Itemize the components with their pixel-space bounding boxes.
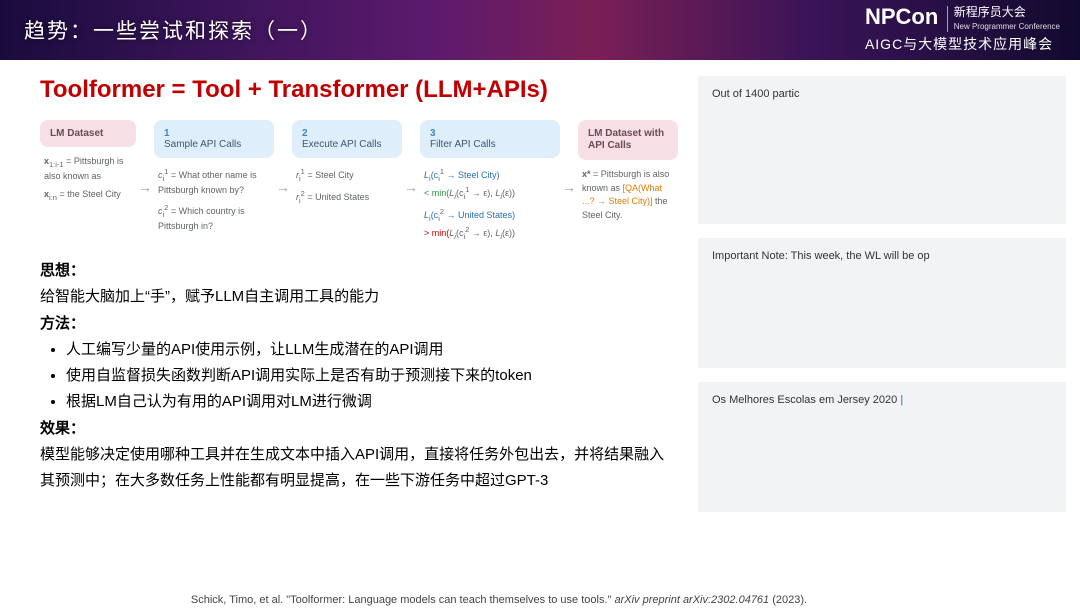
citation: Schick, Timo, et al. "Toolformer: Langua… xyxy=(0,594,998,606)
citation-post: (2023). xyxy=(769,594,807,606)
output-example: x* = Pittsburgh is also known as [QA(Wha… xyxy=(578,166,678,224)
citation-ital: arXiv preprint arXiv:2302.04761 xyxy=(614,594,769,606)
toolformer-diagram: LM Dataset x1:i-1 = Pittsburgh is also k… xyxy=(40,120,678,244)
section-heading-idea: 思想： xyxy=(40,258,678,284)
box-lm-dataset: LM Dataset xyxy=(40,120,136,147)
side-column: Out of 1400 partic Important Note: This … xyxy=(698,60,1080,608)
side-card-2: Important Note: This week, the WL will b… xyxy=(698,238,1066,368)
side-card-text: Important Note: This week, the WL will b… xyxy=(712,250,930,262)
method-list: 人工编写少量的API使用示例，让LLM生成潜在的API调用 使用自监督损失函数判… xyxy=(40,337,678,416)
section-heading-result: 效果： xyxy=(40,416,678,442)
header-title: 趋势：一些尝试和探索（一） xyxy=(24,15,323,45)
filter-row-1: Li(ci1 → Steel City) < min(Li(ci1 → ε), … xyxy=(420,164,560,204)
filter-row-2: Li(ci2 → United States) > min(Li(ci2 → ε… xyxy=(420,204,560,244)
section-heading-method: 方法： xyxy=(40,311,678,337)
main-column: Toolformer = Tool + Transformer (LLM+API… xyxy=(0,60,698,608)
arrow-icon: → xyxy=(276,169,290,195)
diagram-col-filter: 3Filter API Calls Li(ci1 → Steel City) <… xyxy=(420,120,560,244)
box-lm-dataset-api: LM Dataset with API Calls xyxy=(578,120,678,160)
content-body: 思想： 给智能大脑加上“手”，赋予LLM自主调用工具的能力 方法： 人工编写少量… xyxy=(40,258,678,494)
sample-row-2: ci2 = Which country is Pittsburgh in? xyxy=(154,200,274,236)
slide-header: 趋势：一些尝试和探索（一） NPCon 新程序员大会 New Programme… xyxy=(0,0,1080,60)
logo-con: Con xyxy=(896,6,939,28)
execute-row-2: ri2 = United States xyxy=(292,186,402,208)
diagram-col-execute: 2Execute API Calls ri1 = Steel City ri2 … xyxy=(292,120,402,208)
result-text: 模型能够决定使用哪种工具并在生成文本中插入API调用，直接将任务外包出去，并将结… xyxy=(40,442,678,495)
diagram-col-sample: 1Sample API Calls ci1 = What other name … xyxy=(154,120,274,235)
arrow-icon: → xyxy=(138,169,152,195)
idea-text: 给智能大脑加上“手”，赋予LLM自主调用工具的能力 xyxy=(40,284,678,310)
dataset-example-2: xi:n = the Steel City xyxy=(40,186,136,205)
logo-en: New Programmer Conference xyxy=(954,22,1060,31)
header-subline: AIGC与大模型技术应用峰会 xyxy=(865,34,1060,54)
arrow-icon: → xyxy=(562,169,576,195)
header-branding: NPCon 新程序员大会 New Programmer Conference A… xyxy=(865,6,1060,54)
execute-row-1: ri1 = Steel City xyxy=(292,164,402,186)
sample-row-1: ci1 = What other name is Pittsburgh know… xyxy=(154,164,274,200)
side-card-text: Out of 1400 partic xyxy=(712,88,799,100)
logo-np: NP xyxy=(865,6,896,28)
box-execute-api: 2Execute API Calls xyxy=(292,120,402,158)
arrow-icon: → xyxy=(404,169,418,195)
method-item: 根据LM自己认为有用的API调用对LM进行微调 xyxy=(66,389,678,415)
npcon-logo: NPCon 新程序员大会 New Programmer Conference xyxy=(865,6,1060,32)
side-card-text: Os Melhores Escolas em Jersey 2020 xyxy=(712,394,900,406)
diagram-col-dataset: LM Dataset x1:i-1 = Pittsburgh is also k… xyxy=(40,120,136,205)
method-item: 使用自监督损失函数判断API调用实际上是否有助于预测接下来的token xyxy=(66,363,678,389)
slide-title: Toolformer = Tool + Transformer (LLM+API… xyxy=(40,76,678,104)
logo-sub: 新程序员大会 New Programmer Conference xyxy=(947,6,1060,32)
diagram-col-output: LM Dataset with API Calls x* = Pittsburg… xyxy=(578,120,678,224)
box-filter-api: 3Filter API Calls xyxy=(420,120,560,158)
dataset-example-1: x1:i-1 = Pittsburgh is also known as xyxy=(40,153,136,186)
box-sample-api: 1Sample API Calls xyxy=(154,120,274,158)
side-card-3: Os Melhores Escolas em Jersey 2020 | xyxy=(698,382,1066,512)
side-card-accent: | xyxy=(900,394,903,406)
method-item: 人工编写少量的API使用示例，让LLM生成潜在的API调用 xyxy=(66,337,678,363)
logo-cn: 新程序员大会 xyxy=(954,5,1026,19)
body-wrap: Toolformer = Tool + Transformer (LLM+API… xyxy=(0,60,1080,608)
citation-pre: Schick, Timo, et al. "Toolformer: Langua… xyxy=(191,594,615,606)
side-card-1: Out of 1400 partic xyxy=(698,76,1066,224)
